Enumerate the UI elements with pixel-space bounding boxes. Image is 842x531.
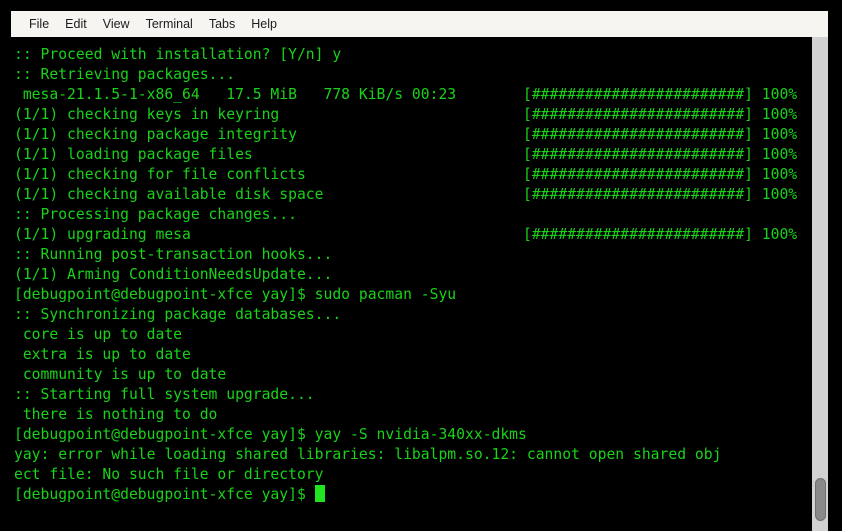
terminal-line: (1/1) checking keys in keyring [#########… [11,105,812,125]
terminal-line-text: (1/1) checking available disk space [14,186,324,203]
terminal-screen[interactable]: :: Proceed with installation? [Y/n] y:: … [11,37,812,531]
progress-bar-glyphs: [########################] [523,106,753,123]
terminal-line-text: [debugpoint@debugpoint-xfce yay]$ yay -S… [14,426,527,443]
progress-percent: 100% [752,226,798,243]
terminal-scrollbar[interactable] [812,37,828,531]
terminal-line: [debugpoint@debugpoint-xfce yay]$ yay -S… [11,425,812,445]
progress-bar: [########################] 100% [523,225,797,245]
terminal-line-text: yay: error while loading shared librarie… [14,446,722,463]
terminal-line-text: :: Synchronizing package databases... [14,306,342,323]
terminal-line: community is up to date [11,365,812,385]
terminal-line: core is up to date [11,325,812,345]
terminal-line-text: core is up to date [14,326,183,343]
terminal-line: (1/1) checking for file conflicts [######… [11,165,812,185]
terminal-line-text: :: Starting full system upgrade... [14,386,315,403]
terminal-line: (1/1) Arming ConditionNeedsUpdate... [11,265,812,285]
terminal-line-text: (1/1) Arming ConditionNeedsUpdate... [14,266,333,283]
menu-file[interactable]: File [21,11,57,37]
terminal-line: :: Retrieving packages... [11,65,812,85]
terminal-line: (1/1) checking package integrity [#######… [11,125,812,145]
scrollbar-track[interactable] [812,37,828,531]
text-cursor [314,485,325,502]
terminal-line-text: [debugpoint@debugpoint-xfce yay]$ sudo p… [14,286,457,303]
menu-tabs[interactable]: Tabs [201,11,243,37]
terminal-line-text: :: Processing package changes... [14,206,297,223]
progress-bar: [########################] 100% [523,105,797,125]
progress-bar: [########################] 100% [523,185,797,205]
terminal-line: mesa-21.1.5-1-x86_64 17.5 MiB 778 KiB/s … [11,85,812,105]
progress-percent: 100% [752,186,798,203]
terminal-line-text: extra is up to date [14,346,191,363]
terminal-line-text: :: Proceed with installation? [Y/n] y [14,46,342,63]
progress-bar: [########################] 100% [523,145,797,165]
progress-bar-glyphs: [########################] [523,166,753,183]
progress-percent: 100% [752,86,798,103]
menu-view[interactable]: View [95,11,138,37]
progress-bar-glyphs: [########################] [523,146,753,163]
terminal-line-text: mesa-21.1.5-1-x86_64 17.5 MiB 778 KiB/s … [14,86,457,103]
terminal-line-text: :: Running post-transaction hooks... [14,246,333,263]
terminal-line: yay: error while loading shared librarie… [11,445,812,465]
menu-edit[interactable]: Edit [57,11,95,37]
terminal-line: there is nothing to do [11,405,812,425]
terminal-line-text: (1/1) checking package integrity [14,126,297,143]
terminal-prompt-line: [debugpoint@debugpoint-xfce yay]$ [11,485,812,505]
terminal-line: :: Starting full system upgrade... [11,385,812,405]
progress-bar: [########################] 100% [523,165,797,185]
menu-help[interactable]: Help [243,11,285,37]
progress-percent: 100% [752,146,798,163]
progress-bar-glyphs: [########################] [523,86,753,103]
progress-percent: 100% [752,166,798,183]
menubar: File Edit View Terminal Tabs Help [11,11,828,37]
terminal-line: ect file: No such file or directory [11,465,812,485]
terminal-line: (1/1) loading package files [############… [11,145,812,165]
scrollbar-thumb[interactable] [815,478,826,521]
terminal-line-text: community is up to date [14,366,227,383]
terminal-line: (1/1) upgrading mesa [###################… [11,225,812,245]
terminal-line: (1/1) checking available disk space [####… [11,185,812,205]
shell-prompt: [debugpoint@debugpoint-xfce yay]$ [14,486,315,503]
menu-terminal[interactable]: Terminal [138,11,201,37]
terminal-line-text: there is nothing to do [14,406,218,423]
terminal-line: :: Proceed with installation? [Y/n] y [11,45,812,65]
terminal-line-text: (1/1) loading package files [14,146,253,163]
progress-bar-glyphs: [########################] [523,226,753,243]
terminal-line: :: Processing package changes... [11,205,812,225]
progress-percent: 100% [752,126,798,143]
terminal-line: [debugpoint@debugpoint-xfce yay]$ sudo p… [11,285,812,305]
terminal-line: extra is up to date [11,345,812,365]
terminal-line-text: (1/1) checking keys in keyring [14,106,280,123]
terminal-line-text: (1/1) checking for file conflicts [14,166,306,183]
progress-bar: [########################] 100% [523,85,797,105]
progress-bar: [########################] 100% [523,125,797,145]
terminal-window: File Edit View Terminal Tabs Help :: Pro… [0,0,842,531]
terminal-line: :: Running post-transaction hooks... [11,245,812,265]
terminal-line-text: :: Retrieving packages... [14,66,236,83]
terminal-line-text: ect file: No such file or directory [14,466,324,483]
progress-bar-glyphs: [########################] [523,186,753,203]
terminal-body: :: Proceed with installation? [Y/n] y:: … [11,37,828,531]
terminal-line: :: Synchronizing package databases... [11,305,812,325]
progress-bar-glyphs: [########################] [523,126,753,143]
terminal-line-text: (1/1) upgrading mesa [14,226,191,243]
progress-percent: 100% [752,106,798,123]
